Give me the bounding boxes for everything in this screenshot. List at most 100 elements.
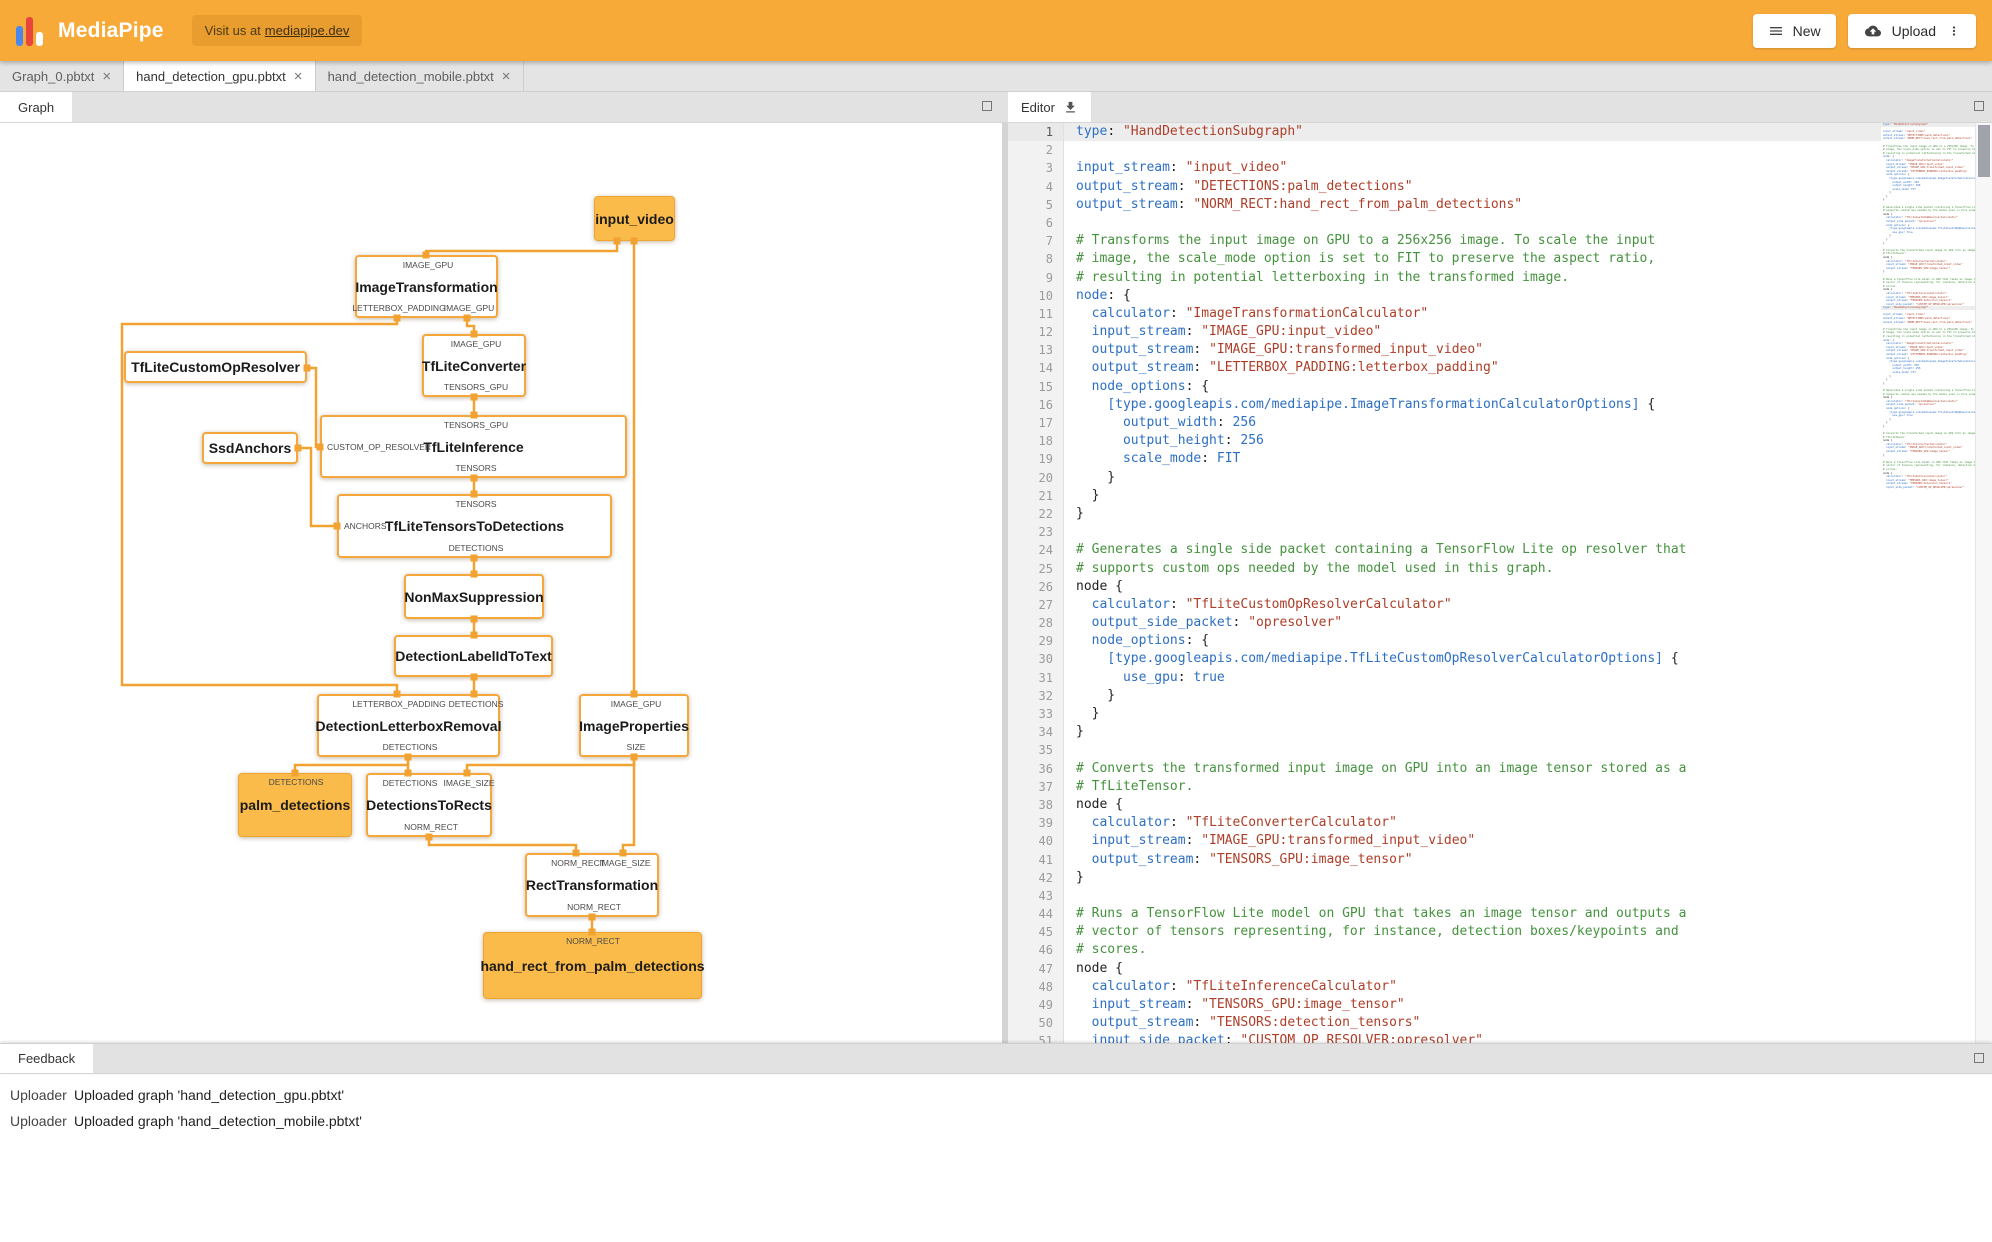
code-line[interactable]: # Runs a TensorFlow Lite model on GPU th… (1064, 905, 1992, 923)
code-line[interactable]: input_stream: "IMAGE_GPU:transformed_inp… (1064, 832, 1992, 850)
code-line[interactable]: output_side_packet: "opresolver" (1064, 614, 1992, 632)
code-line[interactable]: output_stream: "DETECTIONS:palm_detectio… (1064, 178, 1992, 196)
tab-graph[interactable]: Graph (0, 92, 73, 122)
code-line[interactable]: # supports custom ops needed by the mode… (1064, 560, 1992, 578)
port-label: CUSTOM_OP_RESOLVER (327, 441, 432, 452)
code-line[interactable]: [type.googleapis.com/mediapipe.TfLiteCus… (1064, 650, 1992, 668)
app-header: MediaPipe Visit us at mediapipe.dev New … (0, 0, 1992, 61)
code-line[interactable]: # supports custom ops needed by the mode… (1881, 393, 1975, 397)
code-line[interactable]: # TfLiteTensor. (1064, 778, 1992, 796)
code-line[interactable] (1064, 887, 1992, 905)
mediapipe-dev-link[interactable]: mediapipe.dev (265, 23, 350, 38)
close-tab-icon[interactable]: × (294, 69, 303, 84)
graph-node-image_transformation[interactable]: ImageTransformation IMAGE_GPU LETTERBOX_PA… (352, 255, 498, 318)
code-line[interactable]: node_options: { (1064, 378, 1992, 396)
code-line[interactable]: calculator: "TfLiteConverterCalculator" (1064, 814, 1992, 832)
code-line[interactable]: } (1064, 687, 1992, 705)
code-line[interactable]: # scores. (1064, 941, 1992, 959)
close-tab-icon[interactable]: × (502, 69, 511, 84)
editor-scrollbar[interactable] (1975, 123, 1992, 1043)
code-line[interactable]: calculator: "TfLiteCustomOpResolverCalcu… (1064, 596, 1992, 614)
code-line[interactable] (1064, 214, 1992, 232)
code-line[interactable]: # Converts the transformed input image o… (1064, 760, 1992, 778)
editor-minimap[interactable]: type: "HandDetectionSubgraph" input_strea… (1881, 123, 1975, 1043)
graph-node-non_max_suppression[interactable]: NonMaxSuppression (404, 574, 544, 619)
tab-editor[interactable]: Editor (1008, 92, 1091, 122)
code-line[interactable]: input_side_packet: "CUSTOM_OP_RESOLVER:o… (1064, 1032, 1992, 1043)
code-line[interactable]: input_stream: "TENSORS_GPU:image_tensor" (1064, 996, 1992, 1014)
tab-graph-0-pbtxt[interactable]: Graph_0.pbtxt × (0, 61, 125, 91)
expand-editor-panel-icon[interactable] (1974, 101, 1984, 111)
graph-canvas[interactable]: input_video ImageTransformation IMAGE_GPU L… (0, 123, 1002, 1043)
code-line[interactable]: output_stream: "TENSORS_GPU:image_tensor… (1064, 851, 1992, 869)
code-line[interactable]: output_width: 256 (1064, 414, 1992, 432)
tab-feedback[interactable]: Feedback (0, 1044, 94, 1073)
graph-node-tflite_converter[interactable]: TfLiteConverter IMAGE_GPU TENSORS_GPU (422, 334, 526, 397)
code-line[interactable]: use_gpu: true (1064, 669, 1992, 687)
code-line[interactable]: # supports custom ops needed by the mode… (1881, 209, 1975, 213)
expand-graph-panel-icon[interactable] (982, 101, 992, 111)
code-line[interactable]: } (1064, 705, 1992, 723)
code-line[interactable] (1064, 141, 1992, 159)
code-line[interactable]: # resulting in potential letterboxing in… (1881, 335, 1975, 339)
code-line[interactable]: output_stream: "LETTERBOX_PADDING:letter… (1064, 359, 1992, 377)
graph-node-hand_rect_from_palm_detections[interactable]: hand_rect_from_palm_detections NORM_RECT (480, 932, 705, 999)
tab-hand-detection-gpu-pbtxt[interactable]: hand_detection_gpu.pbtxt × (124, 61, 316, 91)
code-line[interactable]: input_side_packet: "CUSTOM_OP_RESOLVER:o… (1881, 486, 1975, 490)
code-line[interactable]: node { (1064, 578, 1992, 596)
code-line[interactable] (1064, 741, 1992, 759)
line-number: 4 (1045, 179, 1053, 194)
code-line[interactable]: node: { (1064, 287, 1992, 305)
new-button[interactable]: New (1752, 13, 1836, 48)
graph-node-label: DetectionLetterboxRemoval (315, 717, 502, 734)
graph-node-detection_letterbox_removal[interactable]: DetectionLetterboxRemoval LETTERBOX_PADDI… (315, 694, 503, 757)
code-line[interactable]: [type.googleapis.com/mediapipe.ImageTran… (1064, 396, 1992, 414)
code-line[interactable]: } (1064, 723, 1992, 741)
code-line[interactable]: # Generates a single side packet contain… (1064, 541, 1992, 559)
code-line[interactable]: } (1064, 505, 1992, 523)
graph-node-input_video[interactable]: input_video (594, 196, 675, 241)
code-line[interactable]: node { (1064, 960, 1992, 978)
code-line[interactable]: output_stream: "NORM_RECT:hand_rect_from… (1881, 321, 1975, 325)
code-line[interactable]: node_options: { (1064, 632, 1992, 650)
close-tab-icon[interactable]: × (102, 69, 111, 84)
code-line[interactable]: calculator: "TfLiteInferenceCalculator" (1064, 978, 1992, 996)
code-line[interactable]: node { (1064, 796, 1992, 814)
expand-feedback-panel-icon[interactable] (1974, 1053, 1984, 1063)
code-line[interactable]: output_stream: "IMAGE_GPU:transformed_in… (1064, 341, 1992, 359)
code-line[interactable]: type: "HandDetectionSubgraph" (1064, 123, 1992, 142)
code-line[interactable] (1064, 523, 1992, 541)
code-line[interactable]: # Transforms the input image on GPU to a… (1064, 232, 1992, 250)
code-editor[interactable]: 1 2 3 4 5 6 7 8 9 10 11 12 13 14 15 16 17 18 19 20 21 22 23 24 2… (1008, 123, 1992, 1043)
code-line[interactable]: output_height: 256 (1064, 432, 1992, 450)
code-line[interactable]: calculator: "ImageTransformationCalculat… (1064, 305, 1992, 323)
code-line[interactable]: } (1064, 469, 1992, 487)
code-line[interactable]: output_stream: "TENSORS:detection_tensor… (1064, 1014, 1992, 1032)
graph-node-tflite_custom_op_resolver[interactable]: TfLiteCustomOpResolver (124, 351, 307, 383)
upload-button[interactable]: Upload (1847, 13, 1976, 48)
graph-node-palm_detections[interactable]: palm_detections DETECTIONS (238, 773, 352, 837)
code-line[interactable]: } (1064, 869, 1992, 887)
download-icon[interactable] (1063, 100, 1078, 115)
more-options-icon[interactable] (1947, 23, 1961, 39)
editor-code[interactable]: type: "HandDetectionSubgraph" input_strea… (1064, 123, 1992, 1043)
code-line[interactable]: input_stream: "IMAGE_GPU:input_video" (1064, 323, 1992, 341)
code-line[interactable]: # vector of tensors representing, for in… (1064, 923, 1992, 941)
code-line[interactable]: } (1064, 487, 1992, 505)
graph-node-detections_to_rects[interactable]: DetectionsToRects DETECTIONS IMAGE_SIZE NOR… (366, 773, 495, 837)
tab-hand-detection-mobile-pbtxt[interactable]: hand_detection_mobile.pbtxt × (316, 61, 524, 91)
graph-node-tflite_tensors_to_detections[interactable]: TfLiteTensorsToDetections TENSORS ANCHORS D… (337, 494, 612, 558)
code-line[interactable]: # resulting in potential letterboxing in… (1064, 269, 1992, 287)
code-line[interactable]: # image, the scale_mode option is set to… (1064, 250, 1992, 268)
code-line[interactable]: output_stream: "NORM_RECT:hand_rect_from… (1881, 137, 1975, 141)
scrollbar-thumb[interactable] (1978, 125, 1990, 177)
code-line[interactable]: input_stream: "input_video" (1064, 159, 1992, 177)
graph-node-image_properties[interactable]: ImageProperties IMAGE_GPU SIZE (579, 694, 689, 757)
graph-node-detection_label_id_to_text[interactable]: DetectionLabelIdToText (394, 635, 553, 677)
graph-node-ssd_anchors[interactable]: SsdAnchors (202, 432, 298, 464)
graph-node-rect_transformation[interactable]: RectTransformation NORM_RECT IMAGE_SIZE NOR… (525, 853, 659, 917)
code-line[interactable]: # resulting in potential letterboxing in… (1881, 152, 1975, 156)
graph-node-tflite_inference[interactable]: TfLiteInference TENSORS_GPU CUSTOM_OP_RESO… (320, 415, 627, 478)
code-line[interactable]: output_stream: "NORM_RECT:hand_rect_from… (1064, 196, 1992, 214)
code-line[interactable]: scale_mode: FIT (1064, 450, 1992, 468)
